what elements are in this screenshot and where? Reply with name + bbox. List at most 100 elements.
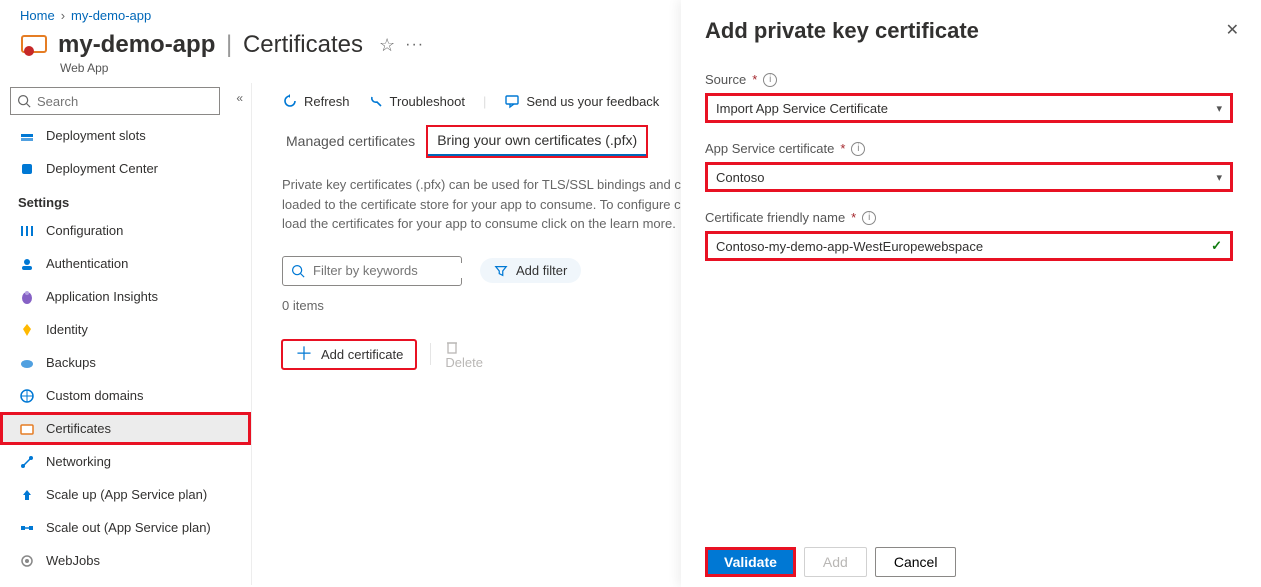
sidebar-item-label: Authentication — [46, 256, 128, 271]
sidebar-item-label: Identity — [46, 322, 88, 337]
app-cert-select[interactable]: Contoso ▾ — [705, 162, 1233, 192]
sidebar: « Deployment slots Deployment Center Set… — [0, 83, 252, 585]
feedback-button[interactable]: Send us your feedback — [504, 93, 659, 109]
panel-footer: Validate Add Cancel — [705, 547, 956, 577]
sidebar-item-custom-domains[interactable]: Custom domains — [0, 379, 251, 412]
scale-up-icon — [18, 486, 36, 504]
sidebar-item-label: Backups — [46, 355, 96, 370]
required-marker: * — [752, 72, 757, 87]
breadcrumb-app-link[interactable]: my-demo-app — [71, 8, 151, 23]
label-text: Certificate friendly name — [705, 210, 845, 225]
chevron-down-icon: ▾ — [1216, 102, 1222, 115]
sidebar-item-scale-out[interactable]: Scale out (App Service plan) — [0, 511, 251, 544]
refresh-icon — [282, 93, 298, 109]
more-icon[interactable]: ··· — [405, 36, 424, 54]
sidebar-item-label: Deployment Center — [46, 161, 158, 176]
sidebar-item-label: Scale out (App Service plan) — [46, 520, 211, 535]
select-value: Contoso — [716, 170, 764, 185]
filter-box[interactable] — [282, 256, 462, 286]
sidebar-group-settings: Settings — [0, 185, 251, 214]
button-label: Troubleshoot — [390, 94, 465, 109]
webjobs-icon — [18, 552, 36, 570]
page-title: my-demo-app | Certificates — [58, 31, 363, 59]
add-filter-button[interactable]: Add filter — [480, 258, 581, 283]
checkmark-icon: ✓ — [1211, 238, 1222, 254]
title-blade: Certificates — [243, 31, 363, 58]
configuration-icon — [18, 222, 36, 240]
close-icon[interactable]: ✕ — [1226, 20, 1239, 40]
button-label: Refresh — [304, 94, 350, 109]
tab-managed[interactable]: Managed certificates — [282, 125, 419, 157]
sidebar-item-label: Configuration — [46, 223, 123, 238]
field-app-service-cert: App Service certificate * i Contoso ▾ — [705, 141, 1233, 192]
info-icon[interactable]: i — [862, 211, 876, 225]
field-friendly-name: Certificate friendly name * i Contoso-my… — [705, 210, 1233, 261]
sidebar-item-authentication[interactable]: Authentication — [0, 247, 251, 280]
trash-icon — [445, 339, 483, 355]
button-label: Add filter — [516, 263, 567, 278]
scale-out-icon — [18, 519, 36, 537]
troubleshoot-icon — [368, 93, 384, 109]
troubleshoot-button[interactable]: Troubleshoot — [368, 93, 465, 109]
required-marker: * — [840, 141, 845, 156]
breadcrumb-sep: › — [61, 8, 65, 23]
panel-title: Add private key certificate — [705, 18, 1233, 44]
sidebar-item-scale-up[interactable]: Scale up (App Service plan) — [0, 478, 251, 511]
custom-domains-icon — [18, 387, 36, 405]
sidebar-item-label: Scale up (App Service plan) — [46, 487, 207, 502]
field-label: Source * i — [705, 72, 777, 87]
button-label: Send us your feedback — [526, 94, 659, 109]
sidebar-search[interactable] — [10, 87, 220, 115]
favorite-icon[interactable]: ☆ — [379, 35, 395, 56]
friendly-name-input[interactable]: Contoso-my-demo-app-WestEuropewebspace ✓ — [705, 231, 1233, 261]
feedback-icon — [504, 93, 520, 109]
source-select[interactable]: Import App Service Certificate ▾ — [705, 93, 1233, 123]
add-certificate-button[interactable]: ＋ Add certificate — [282, 340, 416, 369]
backups-icon — [18, 354, 36, 372]
sidebar-item-label: Application Insights — [46, 289, 158, 304]
sidebar-item-label: Networking — [46, 454, 111, 469]
info-icon[interactable]: i — [763, 73, 777, 87]
validate-button[interactable]: Validate — [705, 547, 796, 577]
refresh-button[interactable]: Refresh — [282, 93, 350, 109]
networking-icon — [18, 453, 36, 471]
validate-highlight: Validate — [705, 547, 796, 577]
select-value: Import App Service Certificate — [716, 101, 888, 116]
title-sep: | — [222, 31, 236, 58]
webapp-icon — [20, 31, 48, 59]
authentication-icon — [18, 255, 36, 273]
sidebar-item-application-insights[interactable]: Application Insights — [0, 280, 251, 313]
sidebar-item-deployment-slots[interactable]: Deployment slots — [0, 119, 251, 152]
delete-button: Delete — [445, 339, 483, 370]
sidebar-item-webjobs[interactable]: WebJobs — [0, 544, 251, 577]
sidebar-item-label: Certificates — [46, 421, 111, 436]
sidebar-item-backups[interactable]: Backups — [0, 346, 251, 379]
breadcrumb-home-link[interactable]: Home — [20, 8, 55, 23]
sidebar-search-input[interactable] — [37, 94, 213, 109]
label-text: Source — [705, 72, 746, 87]
sidebar-item-networking[interactable]: Networking — [0, 445, 251, 478]
sidebar-item-configuration[interactable]: Configuration — [0, 214, 251, 247]
sidebar-collapse-icon[interactable]: « — [236, 91, 243, 105]
sidebar-item-identity[interactable]: Identity — [0, 313, 251, 346]
sidebar-item-certificates[interactable]: Certificates — [0, 412, 251, 445]
button-label: Add certificate — [321, 347, 403, 362]
field-label: App Service certificate * i — [705, 141, 865, 156]
search-icon — [291, 264, 305, 278]
cancel-button[interactable]: Cancel — [875, 547, 957, 577]
filter-input[interactable] — [313, 263, 489, 278]
required-marker: * — [851, 210, 856, 225]
label-text: App Service certificate — [705, 141, 834, 156]
identity-icon — [18, 321, 36, 339]
info-icon[interactable]: i — [851, 142, 865, 156]
add-button: Add — [804, 547, 867, 577]
tab-byoc[interactable]: Bring your own certificates (.pfx) — [427, 126, 647, 157]
title-resource: my-demo-app — [58, 31, 215, 58]
search-icon — [17, 94, 31, 108]
sidebar-item-label: Custom domains — [46, 388, 144, 403]
sidebar-item-deployment-center[interactable]: Deployment Center — [0, 152, 251, 185]
certificates-icon — [18, 420, 36, 438]
sidebar-item-label: WebJobs — [46, 553, 100, 568]
plus-icon: ＋ — [295, 347, 313, 361]
tab-description: Private key certificates (.pfx) can be u… — [282, 175, 722, 234]
